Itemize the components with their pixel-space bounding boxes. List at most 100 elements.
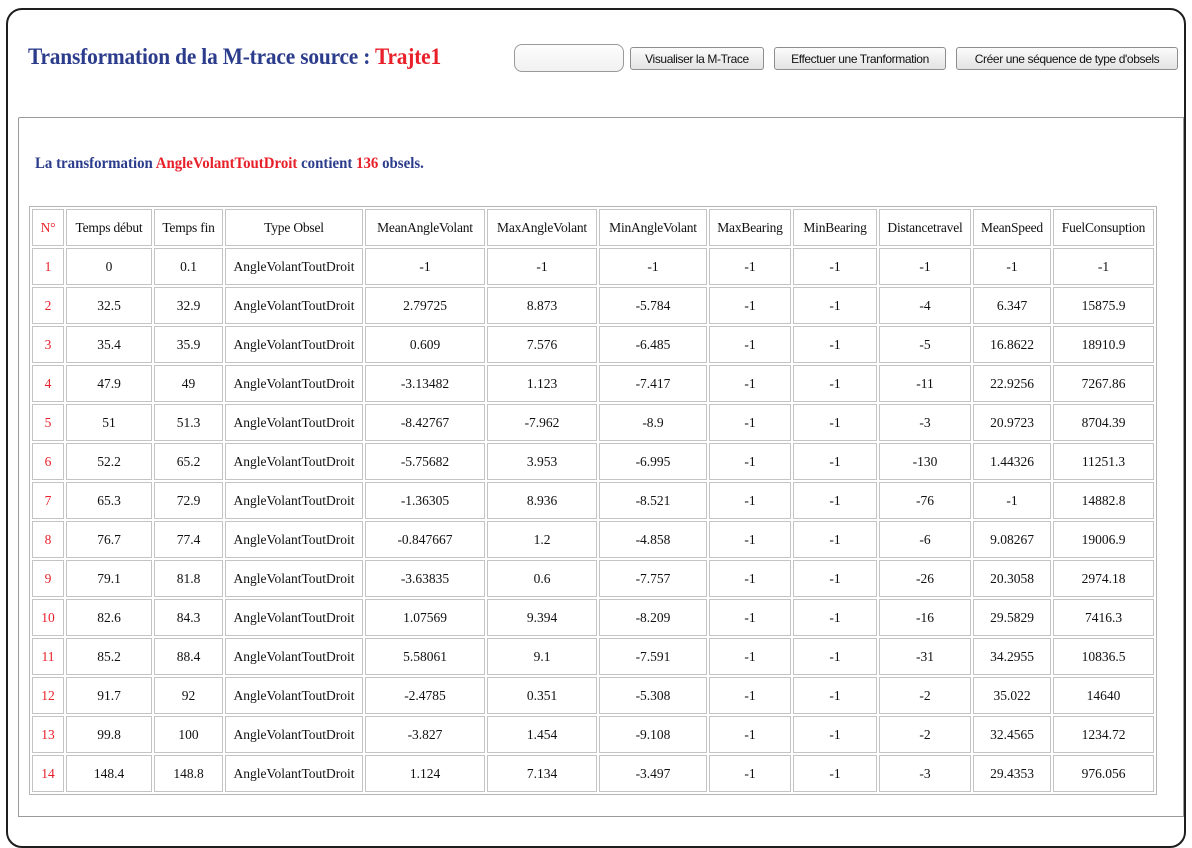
cell-min-angle: -8.521 xyxy=(599,482,707,519)
cell-min-bearing: -1 xyxy=(793,560,877,597)
cell-mean-angle: -8.42767 xyxy=(365,404,485,441)
cell-max-bearing: -1 xyxy=(709,404,791,441)
cell-number: 12 xyxy=(32,677,64,714)
cell-end-time: 148.8 xyxy=(154,755,223,792)
trace-name-input[interactable] xyxy=(514,44,624,72)
cell-mean-speed: -1 xyxy=(973,248,1051,285)
cell-min-angle: -6.485 xyxy=(599,326,707,363)
cell-start-time: 32.5 xyxy=(66,287,152,324)
cell-mean-speed: 16.8622 xyxy=(973,326,1051,363)
table-row: 10 82.6 84.3 AngleVolantToutDroit 1.07569 9.3… xyxy=(32,599,1154,636)
cell-max-angle: -1 xyxy=(487,248,597,285)
cell-mean-angle: 0.609 xyxy=(365,326,485,363)
cell-max-angle: 9.1 xyxy=(487,638,597,675)
summary-middle: contient xyxy=(297,155,357,172)
cell-obsel-type: AngleVolantToutDroit xyxy=(225,326,363,363)
cell-min-angle: -1 xyxy=(599,248,707,285)
cell-mean-speed: 22.9256 xyxy=(973,365,1051,402)
table-row: 4 47.9 49 AngleVolantToutDroit -3.13482 1.123… xyxy=(32,365,1154,402)
cell-distance: -31 xyxy=(879,638,971,675)
cell-obsel-type: AngleVolantToutDroit xyxy=(225,443,363,480)
cell-mean-speed: 20.3058 xyxy=(973,560,1051,597)
cell-min-bearing: -1 xyxy=(793,755,877,792)
cell-min-bearing: -1 xyxy=(793,326,877,363)
cell-max-bearing: -1 xyxy=(709,326,791,363)
cell-start-time: 47.9 xyxy=(66,365,152,402)
cell-mean-speed: 29.5829 xyxy=(973,599,1051,636)
cell-distance: -3 xyxy=(879,404,971,441)
cell-fuel: 15875.9 xyxy=(1053,287,1154,324)
perform-transformation-button[interactable]: Effectuer une Tranformation xyxy=(774,47,946,70)
cell-max-angle: 7.134 xyxy=(487,755,597,792)
table-row: 12 91.7 92 AngleVolantToutDroit -2.4785 0.351… xyxy=(32,677,1154,714)
cell-fuel: 7267.86 xyxy=(1053,365,1154,402)
table-row: 9 79.1 81.8 AngleVolantToutDroit -3.63835 0.6… xyxy=(32,560,1154,597)
cell-obsel-type: AngleVolantToutDroit xyxy=(225,599,363,636)
cell-max-angle: 9.394 xyxy=(487,599,597,636)
cell-fuel: 18910.9 xyxy=(1053,326,1154,363)
table-row: 6 52.2 65.2 AngleVolantToutDroit -5.75682 3.9… xyxy=(32,443,1154,480)
cell-min-angle: -5.308 xyxy=(599,677,707,714)
col-header-min-angle: MinAngleVolant xyxy=(599,209,707,246)
cell-start-time: 85.2 xyxy=(66,638,152,675)
cell-max-angle: 1.123 xyxy=(487,365,597,402)
cell-start-time: 52.2 xyxy=(66,443,152,480)
cell-max-angle: 0.6 xyxy=(487,560,597,597)
title-prefix: Transformation de la M-trace source : xyxy=(28,44,375,69)
cell-start-time: 51 xyxy=(66,404,152,441)
col-header-mean-angle: MeanAngleVolant xyxy=(365,209,485,246)
cell-fuel: 2974.18 xyxy=(1053,560,1154,597)
cell-obsel-type: AngleVolantToutDroit xyxy=(225,482,363,519)
summary-suffix: obsels. xyxy=(378,155,424,172)
obsels-table: N° Temps début Temps fin Type Obsel Mean… xyxy=(29,206,1157,795)
cell-start-time: 148.4 xyxy=(66,755,152,792)
cell-min-bearing: -1 xyxy=(793,521,877,558)
source-trace-name: Trajte1 xyxy=(374,44,441,69)
cell-max-angle: 7.576 xyxy=(487,326,597,363)
cell-min-angle: -8.9 xyxy=(599,404,707,441)
cell-min-angle: -9.108 xyxy=(599,716,707,753)
cell-start-time: 35.4 xyxy=(66,326,152,363)
cell-number: 13 xyxy=(32,716,64,753)
table-row: 2 32.5 32.9 AngleVolantToutDroit 2.79725 8.87… xyxy=(32,287,1154,324)
transformation-summary: La transformation AngleVolantToutDroit c… xyxy=(35,155,424,173)
cell-obsel-type: AngleVolantToutDroit xyxy=(225,248,363,285)
cell-number: 14 xyxy=(32,755,64,792)
cell-distance: -2 xyxy=(879,716,971,753)
cell-number: 9 xyxy=(32,560,64,597)
cell-mean-speed: 6.347 xyxy=(973,287,1051,324)
cell-max-angle: 3.953 xyxy=(487,443,597,480)
table-row: 8 76.7 77.4 AngleVolantToutDroit -0.847667 1.… xyxy=(32,521,1154,558)
cell-start-time: 79.1 xyxy=(66,560,152,597)
cell-max-bearing: -1 xyxy=(709,365,791,402)
cell-mean-angle: -0.847667 xyxy=(365,521,485,558)
table-row: 1 0 0.1 AngleVolantToutDroit -1 -1 -1 -1 -1 -1 -1-… xyxy=(32,248,1154,285)
cell-max-bearing: -1 xyxy=(709,755,791,792)
cell-mean-angle: 1.07569 xyxy=(365,599,485,636)
cell-fuel: 14882.8 xyxy=(1053,482,1154,519)
cell-end-time: 100 xyxy=(154,716,223,753)
create-sequence-button[interactable]: Créer une séquence de type d'obsels xyxy=(956,47,1178,70)
col-header-fuel: FuelConsuption xyxy=(1053,209,1154,246)
cell-distance: -4 xyxy=(879,287,971,324)
cell-max-bearing: -1 xyxy=(709,599,791,636)
cell-min-bearing: -1 xyxy=(793,248,877,285)
transformation-name: AngleVolantToutDroit xyxy=(155,155,298,172)
cell-number: 6 xyxy=(32,443,64,480)
cell-obsel-type: AngleVolantToutDroit xyxy=(225,638,363,675)
cell-max-bearing: -1 xyxy=(709,248,791,285)
cell-distance: -76 xyxy=(879,482,971,519)
col-header-max-angle: MaxAngleVolant xyxy=(487,209,597,246)
cell-distance: -16 xyxy=(879,599,971,636)
table-row: 3 35.4 35.9 AngleVolantToutDroit 0.609 7.576-… xyxy=(32,326,1154,363)
cell-end-time: 72.9 xyxy=(154,482,223,519)
cell-min-bearing: -1 xyxy=(793,716,877,753)
cell-start-time: 76.7 xyxy=(66,521,152,558)
cell-start-time: 0 xyxy=(66,248,152,285)
cell-end-time: 0.1 xyxy=(154,248,223,285)
cell-fuel: 976.056 xyxy=(1053,755,1154,792)
visualize-mtrace-button[interactable]: Visualiser la M-Trace xyxy=(630,47,764,70)
cell-mean-speed: 1.44326 xyxy=(973,443,1051,480)
cell-fuel: 7416.3 xyxy=(1053,599,1154,636)
cell-number: 10 xyxy=(32,599,64,636)
